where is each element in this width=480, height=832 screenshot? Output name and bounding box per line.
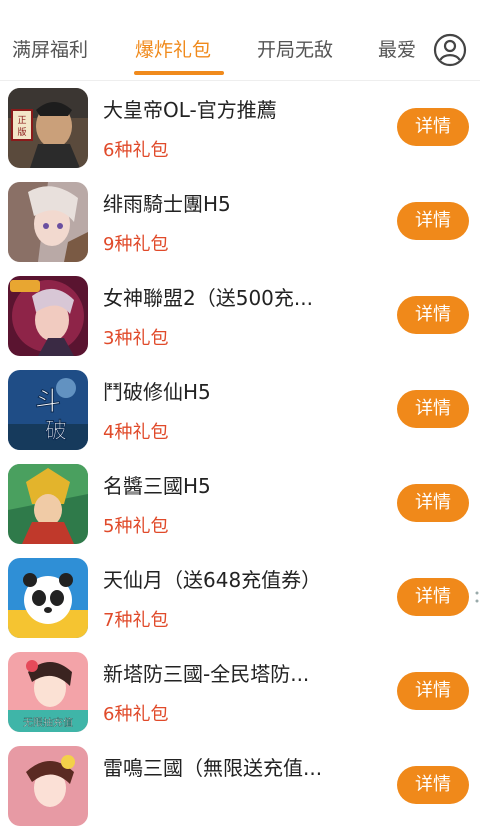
scroll-edge-indicator bbox=[475, 591, 479, 603]
details-button[interactable]: 详情 bbox=[397, 484, 469, 522]
active-tab-indicator bbox=[134, 71, 224, 75]
game-title: 女神聯盟2（送500充... bbox=[103, 286, 313, 310]
tab-invincible-start[interactable]: 开局无敌 bbox=[257, 35, 333, 62]
gift-count: 5种礼包 bbox=[103, 516, 169, 537]
thumb-badge-line-2: 版 bbox=[17, 126, 26, 138]
list-item[interactable]: 正 版 大皇帝OL-官方推薦 6种礼包 详情 bbox=[0, 80, 480, 174]
gift-count: 4种礼包 bbox=[103, 422, 169, 443]
game-thumbnail: 无限抽充值 bbox=[8, 652, 88, 732]
tab-favorites[interactable]: 最爱 bbox=[378, 35, 416, 62]
details-button[interactable]: 详情 bbox=[397, 108, 469, 146]
game-thumbnail-art bbox=[8, 464, 88, 544]
list-item[interactable]: 名醬三國H5 5种礼包 详情 bbox=[0, 456, 480, 550]
game-thumbnail bbox=[8, 746, 88, 826]
details-button[interactable]: 详情 bbox=[397, 390, 469, 428]
thumb-badge-text: 无限抽充值 bbox=[23, 716, 73, 729]
top-tab-bar: 满屏福利 爆炸礼包 开局无敌 最爱 bbox=[0, 0, 480, 81]
details-button[interactable]: 详情 bbox=[397, 578, 469, 616]
game-title: 雷鳴三國（無限送充值... bbox=[103, 756, 323, 780]
details-button[interactable]: 详情 bbox=[397, 296, 469, 334]
game-thumbnail bbox=[8, 182, 88, 262]
gift-count: 3种礼包 bbox=[103, 328, 169, 349]
gift-count: 6种礼包 bbox=[103, 704, 169, 725]
game-title: 新塔防三國-全民塔防... bbox=[103, 662, 310, 686]
game-title: 大皇帝OL-官方推薦 bbox=[103, 98, 277, 122]
game-thumbnail-art bbox=[8, 746, 88, 826]
game-thumbnail-art bbox=[8, 276, 88, 356]
game-thumbnail: 正 版 bbox=[8, 88, 88, 168]
game-title: 绯雨騎士團H5 bbox=[103, 192, 231, 216]
list-item[interactable]: 斗 破 鬥破修仙H5 4种礼包 详情 bbox=[0, 362, 480, 456]
game-thumbnail: 斗 破 bbox=[8, 370, 88, 450]
list-item[interactable]: 天仙月（送648充值券） 7种礼包 详情 bbox=[0, 550, 480, 644]
game-thumbnail-art bbox=[8, 182, 88, 262]
gift-count: 9种礼包 bbox=[103, 234, 169, 255]
game-thumbnail bbox=[8, 558, 88, 638]
thumb-badge-line-2: 破 bbox=[45, 419, 67, 444]
thumb-badge-line-1: 斗 bbox=[35, 387, 61, 417]
game-title: 鬥破修仙H5 bbox=[103, 380, 211, 404]
list-item[interactable]: 无限抽充值 新塔防三國-全民塔防... 6种礼包 详情 bbox=[0, 644, 480, 738]
list-item[interactable]: 绯雨騎士團H5 9种礼包 详情 bbox=[0, 174, 480, 268]
gift-count: 7种礼包 bbox=[103, 610, 169, 631]
details-button[interactable]: 详情 bbox=[397, 766, 469, 804]
game-thumbnail-art bbox=[8, 558, 88, 638]
game-thumbnail-art: 无限抽充值 bbox=[8, 652, 88, 732]
details-button[interactable]: 详情 bbox=[397, 202, 469, 240]
user-circle-icon[interactable] bbox=[433, 33, 467, 67]
list-item[interactable]: 雷鳴三國（無限送充值... 详情 bbox=[0, 738, 480, 832]
tab-full-screen-welfare[interactable]: 满屏福利 bbox=[12, 35, 88, 62]
game-thumbnail-art: 斗 破 bbox=[8, 370, 88, 450]
game-thumbnail-art: 正 版 bbox=[8, 88, 88, 168]
game-title: 天仙月（送648充值券） bbox=[103, 568, 322, 592]
game-thumbnail bbox=[8, 276, 88, 356]
gift-count: 6种礼包 bbox=[103, 140, 169, 161]
game-title: 名醬三國H5 bbox=[103, 474, 211, 498]
game-thumbnail bbox=[8, 464, 88, 544]
tab-explosive-gift-packs[interactable]: 爆炸礼包 bbox=[135, 35, 211, 62]
list-item[interactable]: 女神聯盟2（送500充... 3种礼包 详情 bbox=[0, 268, 480, 362]
thumb-badge-line-1: 正 bbox=[17, 116, 26, 126]
details-button[interactable]: 详情 bbox=[397, 672, 469, 710]
